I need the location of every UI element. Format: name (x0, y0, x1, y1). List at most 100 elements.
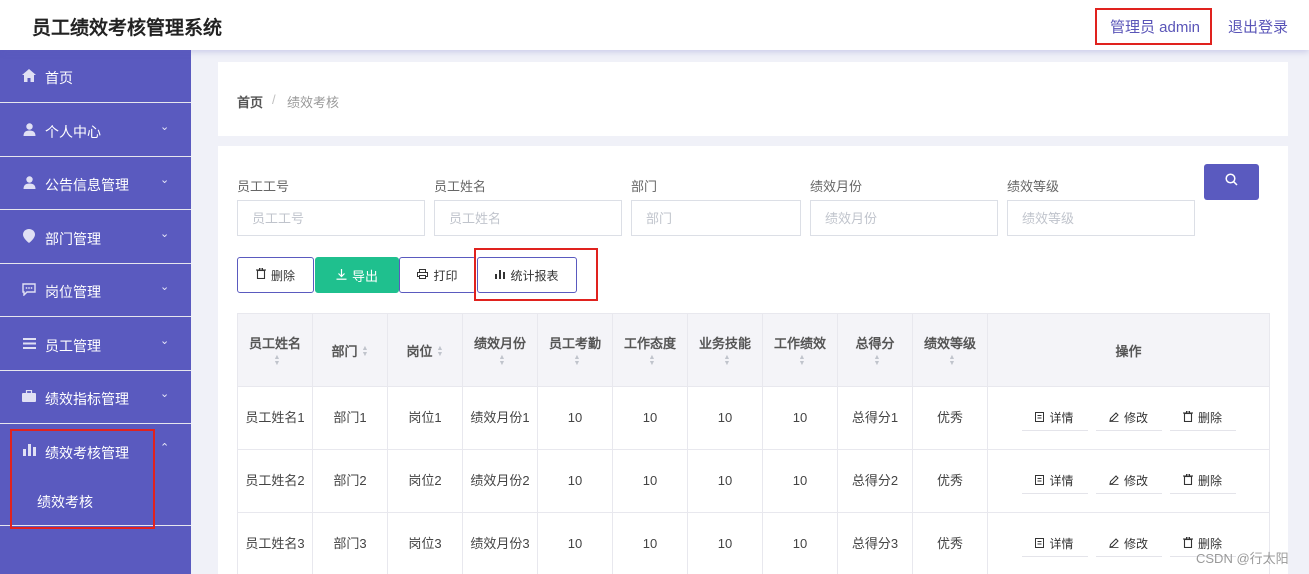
sort-icon: ▲ ▼ (948, 353, 956, 367)
table-header-row: 员工姓名 ▲ ▼ 部门 ▲ ▼ 岗位 ▲ ▼ 绩效月份 ▲ ▼ 员工考勤 ▲ ▼ 工作态度 ▲ ▼ 业务… (237, 313, 1270, 387)
cell-performance: 10 (762, 449, 838, 513)
detail-button[interactable]: 详情 (1021, 468, 1088, 494)
user-icon (21, 174, 37, 190)
sidebar: 首页 个人中心 ⌄ 公告信息管理 ⌄ 部门管理 ⌄ 岗位管理 ⌄ 员工管理 ⌄ (0, 50, 191, 574)
sidebar-item-personal-center[interactable]: 个人中心 ⌄ (0, 104, 191, 157)
chevron-down-icon: ⌄ (160, 174, 170, 186)
sidebar-item-position[interactable]: 岗位管理 ⌄ (0, 264, 191, 317)
cell-performance: 10 (762, 386, 838, 450)
cell-name: 员工姓名3 (237, 512, 313, 574)
cell-attitude: 10 (612, 449, 688, 513)
col-header-grade[interactable]: 绩效等级 ▲ ▼ (912, 313, 988, 387)
cell-month: 绩效月份1 (462, 386, 538, 450)
cell-name: 员工姓名2 (237, 449, 313, 513)
assessment-table: 员工姓名 ▲ ▼ 部门 ▲ ▼ 岗位 ▲ ▼ 绩效月份 ▲ ▼ 员工考勤 ▲ ▼ 工作态度 ▲ ▼ 业务… (237, 313, 1270, 574)
sort-icon: ▲ ▼ (873, 353, 881, 367)
col-header-month[interactable]: 绩效月份 ▲ ▼ (462, 313, 538, 387)
cell-total: 总得分2 (837, 449, 913, 513)
print-button[interactable]: 打印 (399, 257, 476, 293)
search-button[interactable] (1204, 164, 1259, 200)
pencil-icon (1109, 534, 1119, 554)
cell-skill: 10 (687, 512, 763, 574)
cell-performance: 10 (762, 512, 838, 574)
location-pin-icon (21, 228, 37, 244)
trash-icon (1182, 408, 1193, 428)
cell-grade: 优秀 (912, 386, 988, 450)
sidebar-item-notice[interactable]: 公告信息管理 ⌄ (0, 157, 191, 210)
delete-button[interactable]: 删除 (1169, 405, 1236, 431)
cell-grade: 优秀 (912, 512, 988, 574)
department-label: 部门 (631, 179, 658, 194)
sort-icon: ▲ ▼ (573, 353, 581, 367)
cell-post: 岗位2 (387, 449, 463, 513)
employee-id-input[interactable] (237, 200, 425, 236)
download-icon (336, 268, 347, 283)
cell-month: 绩效月份3 (462, 512, 538, 574)
sidebar-item-indicator[interactable]: 绩效指标管理 ⌄ (0, 371, 191, 424)
grade-label: 绩效等级 (1007, 179, 1060, 194)
col-header-dept[interactable]: 部门 ▲ ▼ (312, 313, 388, 387)
highlight-box-stats (474, 248, 598, 301)
employee-id-label: 员工工号 (237, 179, 290, 194)
table-row: 员工姓名2 部门2 岗位2 绩效月份2 10 10 10 10 总得分2 优秀 详情 修改 删除 (237, 449, 1270, 513)
detail-button[interactable]: 详情 (1021, 405, 1088, 431)
sort-icon: ▲ ▼ (723, 353, 731, 367)
sidebar-item-home[interactable]: 首页 (0, 50, 191, 103)
batch-delete-button[interactable]: 删除 (237, 257, 314, 293)
sort-icon: ▲ ▼ (648, 353, 656, 367)
grade-input[interactable] (1007, 200, 1195, 236)
col-header-performance[interactable]: 工作绩效 ▲ ▼ (762, 313, 838, 387)
employee-name-label: 员工姓名 (434, 179, 487, 194)
printer-icon (417, 268, 429, 282)
chevron-down-icon: ⌄ (160, 335, 170, 347)
admin-user-label[interactable]: 管理员 admin (1110, 16, 1200, 37)
col-header-skill[interactable]: 业务技能 ▲ ▼ (687, 313, 763, 387)
breadcrumb-separator: / (272, 92, 276, 107)
trash-icon (255, 267, 266, 282)
col-header-total[interactable]: 总得分 ▲ ▼ (837, 313, 913, 387)
sort-icon: ▲ ▼ (798, 353, 806, 367)
breadcrumb: 首页 / 绩效考核 (218, 62, 1288, 136)
pencil-icon (1109, 471, 1119, 491)
chevron-down-icon: ⌄ (160, 281, 170, 293)
cell-actions: 详情 修改 删除 (987, 386, 1270, 450)
trash-icon (1182, 471, 1193, 491)
cell-attitude: 10 (612, 512, 688, 574)
col-header-post[interactable]: 岗位 ▲ ▼ (387, 313, 463, 387)
cell-dept: 部门3 (312, 512, 388, 574)
month-input[interactable] (810, 200, 998, 236)
sort-icon: ▲ ▼ (273, 353, 281, 367)
logout-link[interactable]: 退出登录 (1228, 16, 1288, 37)
detail-button[interactable]: 详情 (1021, 531, 1088, 557)
cell-attendance: 10 (537, 512, 613, 574)
col-header-attitude[interactable]: 工作态度 ▲ ▼ (612, 313, 688, 387)
employee-name-input[interactable] (434, 200, 622, 236)
delete-button[interactable]: 删除 (1169, 468, 1236, 494)
briefcase-icon (21, 388, 37, 404)
cell-dept: 部门1 (312, 386, 388, 450)
table-row: 员工姓名1 部门1 岗位1 绩效月份1 10 10 10 10 总得分1 优秀 详情 修改 删除 (237, 386, 1270, 450)
chat-icon (21, 281, 37, 297)
col-header-attendance[interactable]: 员工考勤 ▲ ▼ (537, 313, 613, 387)
sidebar-item-department[interactable]: 部门管理 ⌄ (0, 211, 191, 264)
col-header-name[interactable]: 员工姓名 ▲ ▼ (237, 313, 313, 387)
export-button[interactable]: 导出 (315, 257, 399, 293)
edit-button[interactable]: 修改 (1095, 405, 1162, 431)
cell-attitude: 10 (612, 386, 688, 450)
cell-attendance: 10 (537, 386, 613, 450)
breadcrumb-current: 绩效考核 (287, 95, 340, 110)
edit-button[interactable]: 修改 (1095, 468, 1162, 494)
department-input[interactable] (631, 200, 801, 236)
edit-button[interactable]: 修改 (1095, 531, 1162, 557)
cell-name: 员工姓名1 (237, 386, 313, 450)
sidebar-item-employee[interactable]: 员工管理 ⌄ (0, 318, 191, 371)
user-icon (21, 121, 37, 137)
cell-post: 岗位3 (387, 512, 463, 574)
cell-skill: 10 (687, 386, 763, 450)
breadcrumb-home[interactable]: 首页 (237, 92, 263, 111)
cell-total: 总得分1 (837, 386, 913, 450)
chevron-up-icon: ⌃ (160, 442, 170, 454)
cell-total: 总得分3 (837, 512, 913, 574)
document-icon (1035, 534, 1045, 554)
month-label: 绩效月份 (810, 179, 863, 194)
